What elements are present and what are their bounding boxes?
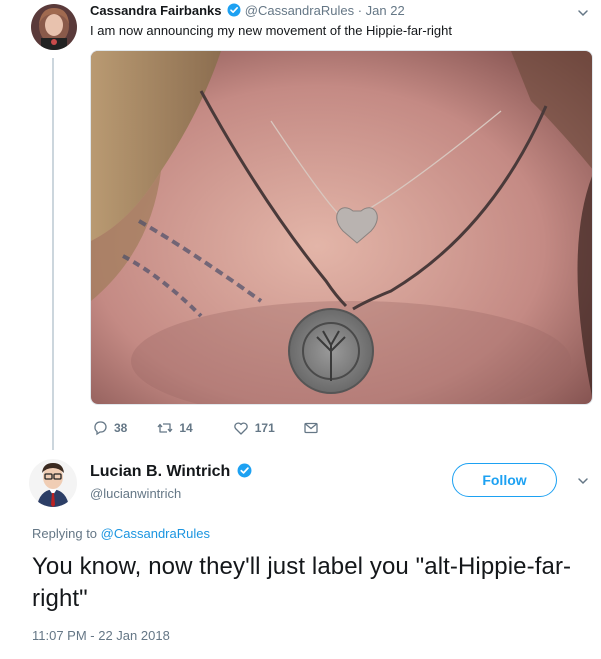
like-count: 171: [254, 421, 275, 435]
tweet-text: You know, now they'll just label you "al…: [32, 553, 572, 612]
avatar-image: [31, 4, 77, 50]
avatar[interactable]: [29, 459, 77, 507]
like-action[interactable]: 171: [233, 420, 275, 436]
retweet-count: 14: [179, 421, 193, 435]
avatar-image: [29, 459, 77, 507]
author-handle[interactable]: @lucianwintrich: [90, 486, 181, 502]
reply-icon: [94, 421, 107, 436]
tweet-timestamp[interactable]: 11:07 PM - 22 Jan 2018: [32, 628, 170, 644]
tweet-text: I am now announcing my new movement of t…: [90, 23, 453, 38]
follow-button[interactable]: Follow: [452, 463, 557, 497]
reply-action[interactable]: 38: [92, 420, 127, 436]
author-name[interactable]: Lucian B. Wintrich: [90, 462, 252, 482]
avatar[interactable]: [31, 4, 77, 50]
replying-to: Replying to @CassandraRules: [32, 526, 210, 542]
tweet-photo[interactable]: [90, 50, 593, 405]
replying-handle-link[interactable]: @CassandraRules: [101, 526, 210, 541]
chevron-down-icon[interactable]: [577, 7, 589, 19]
verified-badge-icon: [237, 463, 252, 478]
tweet-actions: 38 14 171: [92, 418, 351, 438]
author-handle[interactable]: @CassandraRules: [245, 3, 354, 18]
reply-count: 38: [114, 421, 128, 435]
necklace-photo-image: [91, 51, 592, 404]
separator: ·: [357, 3, 363, 18]
replying-prefix: Replying to: [32, 526, 98, 541]
author-name-text[interactable]: Lucian B. Wintrich: [90, 463, 230, 480]
thread-connector-line: [52, 58, 54, 450]
like-icon: [233, 422, 248, 435]
chevron-down-icon[interactable]: [577, 475, 589, 487]
retweet-action[interactable]: 14: [157, 420, 193, 436]
author-name[interactable]: Cassandra Fairbanks: [90, 3, 222, 18]
tweet-header: Cassandra Fairbanks @CassandraRules · Ja…: [90, 3, 405, 19]
message-action[interactable]: [303, 420, 325, 436]
tweet-date[interactable]: Jan 22: [366, 3, 405, 18]
verified-badge-icon: [227, 3, 241, 17]
message-icon: [304, 422, 318, 434]
retweet-icon: [157, 423, 173, 433]
